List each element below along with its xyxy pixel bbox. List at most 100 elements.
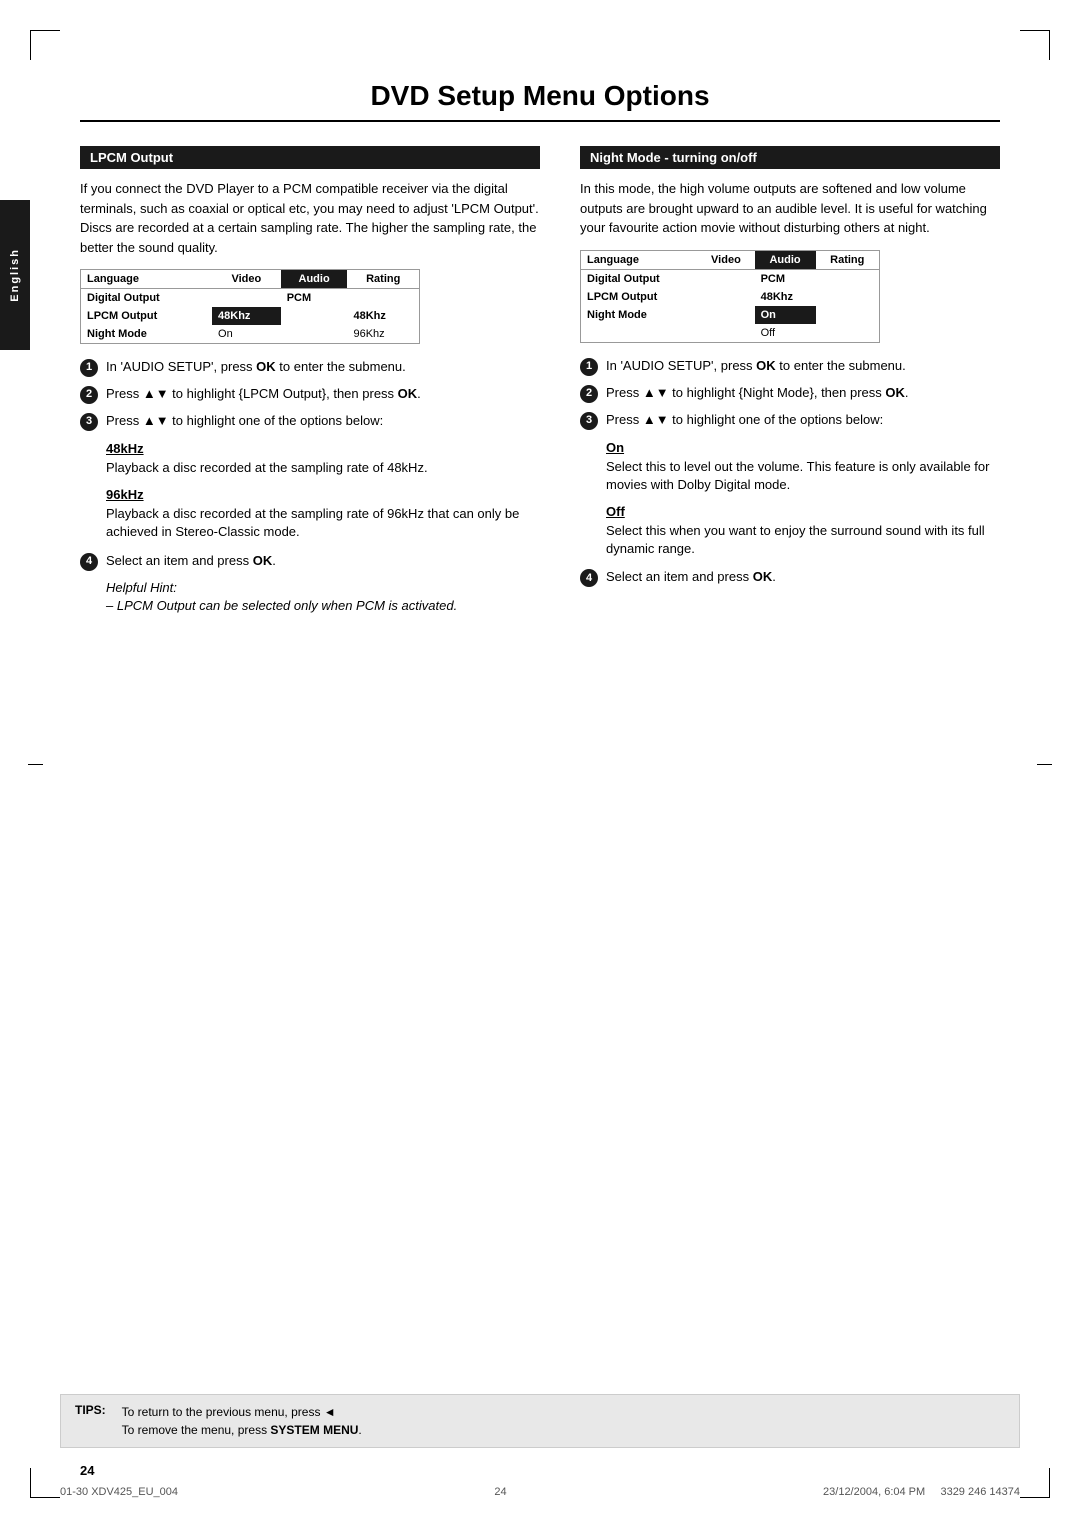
on-title: On — [606, 440, 1000, 455]
th-rating: Rating — [347, 270, 419, 289]
nm-cell-on-active: On — [755, 306, 816, 324]
nm-th-video: Video — [697, 251, 754, 270]
nm-cell-off: Off — [755, 324, 816, 342]
96khz-title: 96kHz — [106, 487, 540, 502]
cell-96khz: 96Khz — [347, 325, 419, 343]
cell-on: On — [212, 325, 281, 343]
nm-cell-digital: Digital Output — [581, 269, 697, 288]
nm-step-2-text: Press ▲▼ to highlight {Night Mode}, then… — [606, 384, 909, 402]
lpcm-48khz-option: 48kHz Playback a disc recorded at the sa… — [106, 441, 540, 477]
night-mode-intro: In this mode, the high volume outputs ar… — [580, 179, 1000, 238]
nm-step-1-text: In 'AUDIO SETUP', press OK to enter the … — [606, 357, 906, 375]
cell-48khz-v: 48Khz — [212, 307, 281, 325]
cell-digital-output: Digital Output — [81, 289, 212, 308]
nm-th-rating: Rating — [816, 251, 879, 270]
step-num-2: 2 — [80, 386, 98, 404]
night-mode-menu-table: Language Video Audio Rating Digital Outp… — [580, 250, 880, 343]
tips-bar: TIPS: To return to the previous menu, pr… — [60, 1394, 1020, 1448]
lpcm-table-row-2: LPCM Output 48Khz 48Khz — [81, 307, 419, 325]
night-mode-header: Night Mode - turning on/off — [580, 146, 1000, 169]
cell-v1 — [212, 289, 281, 308]
nm-cell-v4 — [697, 324, 754, 342]
lpcm-intro: If you connect the DVD Player to a PCM c… — [80, 179, 540, 257]
lpcm-step-1: 1 In 'AUDIO SETUP', press OK to enter th… — [80, 358, 540, 377]
off-text: Select this when you want to enjoy the s… — [606, 522, 1000, 558]
helpful-hint: Helpful Hint: – LPCM Output can be selec… — [106, 579, 540, 615]
tips-line2: To remove the menu, press SYSTEM MENU. — [122, 1421, 362, 1439]
lpcm-table-row-3: Night Mode On 96Khz — [81, 325, 419, 343]
nm-cell-v3 — [697, 306, 754, 324]
footer-date-phone: 23/12/2004, 6:04 PM 3329 246 14374 — [823, 1486, 1020, 1498]
96khz-text: Playback a disc recorded at the sampling… — [106, 505, 540, 541]
footer-doc-ref: 01-30 XDV425_EU_004 — [60, 1486, 178, 1498]
nm-step-4: 4 Select an item and press OK. — [580, 568, 1000, 587]
nm-step-num-2: 2 — [580, 385, 598, 403]
cell-48khz-r: 48Khz — [347, 307, 419, 325]
nm-step-3-text: Press ▲▼ to highlight one of the options… — [606, 411, 883, 429]
nm-cell-r2 — [816, 288, 879, 306]
lpcm-step-3: 3 Press ▲▼ to highlight one of the optio… — [80, 412, 540, 431]
lpcm-step-4-text: Select an item and press OK. — [106, 552, 276, 570]
nm-th-language: Language — [581, 251, 697, 270]
nm-on-option: On Select this to level out the volume. … — [606, 440, 1000, 494]
on-text: Select this to level out the volume. Thi… — [606, 458, 1000, 494]
nm-cell-r3 — [816, 306, 879, 324]
th-language: Language — [81, 270, 212, 289]
page-title: DVD Setup Menu Options — [80, 80, 1000, 112]
nm-step-2: 2 Press ▲▼ to highlight {Night Mode}, th… — [580, 384, 1000, 403]
nm-step-1: 1 In 'AUDIO SETUP', press OK to enter th… — [580, 357, 1000, 376]
th-audio-lpcm: Audio — [281, 270, 348, 289]
title-divider — [80, 120, 1000, 122]
nm-off-option: Off Select this when you want to enjoy t… — [606, 504, 1000, 558]
th-video: Video — [212, 270, 281, 289]
lpcm-section: LPCM Output If you connect the DVD Playe… — [80, 146, 540, 615]
lpcm-step-3-text: Press ▲▼ to highlight one of the options… — [106, 412, 383, 430]
step-num-1: 1 — [80, 359, 98, 377]
nm-cell-night: Night Mode — [581, 306, 697, 324]
cell-empty-a2 — [281, 307, 348, 325]
nm-cell-lpcm: LPCM Output — [581, 288, 697, 306]
step-num-4: 4 — [80, 553, 98, 571]
48khz-title: 48kHz — [106, 441, 540, 456]
cell-night-mode: Night Mode — [81, 325, 212, 343]
tips-label: TIPS: — [75, 1403, 106, 1417]
page-number: 24 — [80, 1463, 94, 1478]
footer-bottom: 01-30 XDV425_EU_004 24 23/12/2004, 6:04 … — [60, 1486, 1020, 1498]
lpcm-header: LPCM Output — [80, 146, 540, 169]
nm-cell-empty — [581, 324, 697, 342]
tips-line1: To return to the previous menu, press ◄ — [122, 1403, 362, 1421]
lpcm-96khz-option: 96kHz Playback a disc recorded at the sa… — [106, 487, 540, 541]
lpcm-step-2: 2 Press ▲▼ to highlight {LPCM Output}, t… — [80, 385, 540, 404]
lpcm-step-2-text: Press ▲▼ to highlight {LPCM Output}, the… — [106, 385, 421, 403]
cell-lpcm-output: LPCM Output — [81, 307, 212, 325]
nm-table-row-2: LPCM Output 48Khz — [581, 288, 879, 306]
nm-step-num-4: 4 — [580, 569, 598, 587]
nm-cell-v1 — [697, 269, 754, 288]
tips-content: To return to the previous menu, press ◄ … — [122, 1403, 362, 1439]
nm-step-3: 3 Press ▲▼ to highlight one of the optio… — [580, 411, 1000, 430]
nm-table-row-4: Off — [581, 324, 879, 342]
lpcm-table-row-1: Digital Output PCM — [81, 289, 419, 308]
lpcm-step-1-text: In 'AUDIO SETUP', press OK to enter the … — [106, 358, 406, 376]
lpcm-steps: 1 In 'AUDIO SETUP', press OK to enter th… — [80, 358, 540, 431]
footer-date: 23/12/2004, 6:04 PM — [823, 1486, 925, 1498]
48khz-text: Playback a disc recorded at the sampling… — [106, 459, 540, 477]
footer-phone: 3329 246 14374 — [940, 1486, 1020, 1498]
lpcm-step-4: 4 Select an item and press OK. — [80, 552, 540, 571]
nm-step-num-3: 3 — [580, 412, 598, 430]
hint-text: – LPCM Output can be selected only when … — [106, 597, 540, 615]
nm-cell-r1 — [816, 269, 879, 288]
cell-r1 — [347, 289, 419, 308]
hint-title: Helpful Hint: — [106, 579, 540, 597]
nm-cell-pcm: PCM — [755, 269, 816, 288]
nm-step-num-1: 1 — [580, 358, 598, 376]
cell-empty-a3 — [281, 325, 348, 343]
night-mode-steps: 1 In 'AUDIO SETUP', press OK to enter th… — [580, 357, 1000, 430]
nm-table-row-3: Night Mode On — [581, 306, 879, 324]
nm-cell-48khz: 48Khz — [755, 288, 816, 306]
main-content: LPCM Output If you connect the DVD Playe… — [80, 146, 1000, 615]
nm-th-audio: Audio — [755, 251, 816, 270]
nm-table-row-1: Digital Output PCM — [581, 269, 879, 288]
off-title: Off — [606, 504, 1000, 519]
nm-step-4-text: Select an item and press OK. — [606, 568, 776, 586]
